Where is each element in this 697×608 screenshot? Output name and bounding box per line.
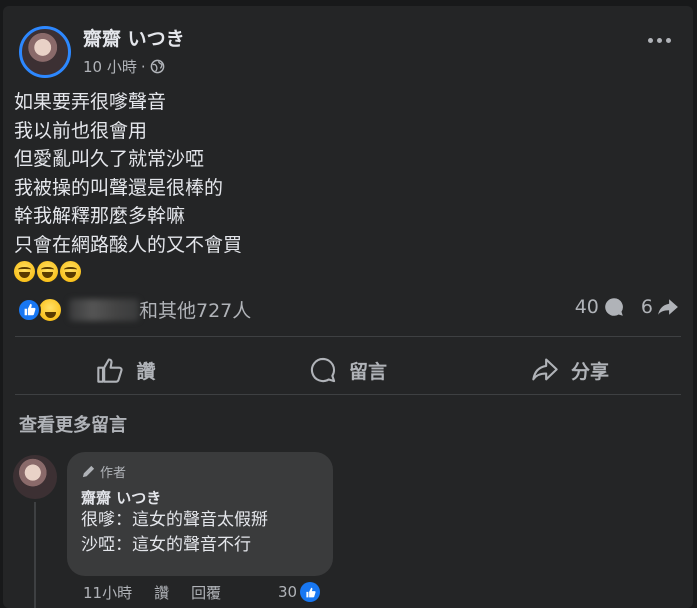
reply-thread-line (34, 502, 36, 608)
post-timestamp[interactable]: 10 小時 (83, 56, 137, 77)
author-avatar[interactable] (19, 26, 71, 78)
view-more-comments-link[interactable]: 查看更多留言 (19, 411, 127, 437)
comment-button[interactable]: 留言 (237, 344, 459, 396)
author-badge: 作者 (81, 462, 319, 481)
commenter-avatar[interactable] (13, 455, 57, 499)
thumbs-up-icon (97, 358, 124, 383)
comment-bubble: 作者 齋齋 いつき 很嗲：這女的聲音太假掰 沙啞：這女的聲音不行 (67, 452, 333, 576)
comment-like-link[interactable]: 讚 (154, 582, 169, 603)
post-line: 我以前也很會用 (14, 119, 148, 142)
post-line: 我被操的叫聲還是很棒的 (14, 176, 224, 199)
divider (15, 394, 681, 395)
laughing-emoji-icon (60, 261, 81, 282)
pencil-icon (82, 465, 95, 478)
post-card: 齋齋 いつき 10 小時 · 如果要弄很嗲聲音 我以前也很會用 但愛亂叫久了就常… (3, 6, 693, 608)
post-text: 如果要弄很嗲聲音 我以前也很會用 但愛亂叫久了就常沙啞 我被操的叫聲還是很棒的 … (14, 88, 242, 282)
shares-count-value: 6 (640, 296, 653, 318)
comment-line: 很嗲：這女的聲音太假掰 (81, 510, 268, 530)
comments-count-value: 40 (574, 296, 599, 318)
post-action-bar: 讚 留言 分享 (15, 344, 681, 396)
share-arrow-icon (658, 299, 678, 315)
comment-like-count-value: 30 (278, 583, 298, 601)
comment-bubble-icon (605, 298, 623, 316)
more-dot-icon (666, 38, 671, 43)
comments-count[interactable]: 40 (575, 296, 625, 318)
post-line: 只會在網路酸人的又不會買 (14, 233, 243, 256)
comment-line: 沙啞：這女的聲音不行 (81, 535, 251, 555)
more-options-button[interactable] (648, 38, 671, 43)
reactions-summary[interactable]: 和其他727人 (17, 296, 251, 323)
emoji-row (14, 261, 242, 282)
globe-icon (150, 59, 164, 74)
comment-time[interactable]: 11小時 (83, 582, 132, 603)
divider (15, 336, 681, 337)
engagement-counts: 40 6 (575, 296, 679, 318)
author-badge-label: 作者 (100, 466, 127, 481)
reactions-count-text: 和其他727人 (139, 300, 252, 322)
comment-like-count[interactable]: 30 (278, 582, 321, 602)
more-dot-icon (657, 38, 662, 43)
laughing-emoji-icon (14, 261, 35, 282)
share-button[interactable]: 分享 (459, 344, 681, 396)
comment-button-label: 留言 (348, 360, 387, 383)
like-button[interactable]: 讚 (15, 344, 237, 396)
post-meta: 10 小時 · (83, 56, 165, 77)
comment-reply-link[interactable]: 回覆 (191, 582, 221, 603)
post-line: 但愛亂叫久了就常沙啞 (14, 148, 205, 170)
comment-icon (310, 357, 336, 383)
shares-count[interactable]: 6 (641, 296, 679, 318)
more-dot-icon (648, 38, 653, 43)
blurred-reactor-names (69, 298, 139, 321)
like-button-label: 讚 (136, 360, 156, 383)
share-icon (532, 358, 558, 381)
like-reaction-icon (17, 297, 41, 322)
share-button-label: 分享 (570, 360, 609, 383)
post-author-name[interactable]: 齋齋 いつき (83, 24, 185, 51)
post-line: 如果要弄很嗲聲音 (14, 91, 167, 113)
laughing-emoji-icon (37, 261, 58, 282)
comment-author-name[interactable]: 齋齋 いつき (81, 487, 319, 508)
post-line: 幹我解釋那麼多幹嘛 (14, 205, 186, 227)
meta-separator: · (140, 57, 146, 76)
comment-actions: 11小時 讚 回覆 30 (83, 582, 321, 603)
like-reaction-icon (300, 582, 321, 602)
